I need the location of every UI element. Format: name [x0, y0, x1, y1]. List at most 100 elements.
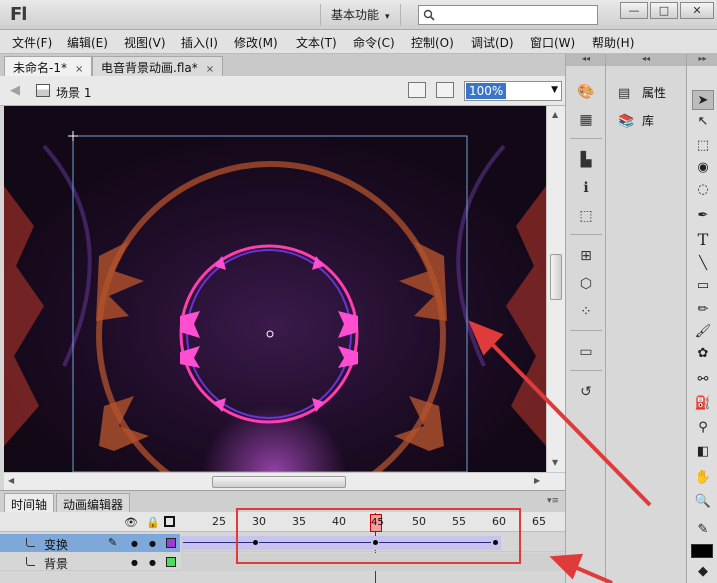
scroll-left-icon[interactable]: ◀	[8, 476, 14, 485]
transform-icon[interactable]: ⬚	[576, 206, 596, 226]
edit-bar: ◀ 场景 1 100% ▼	[0, 76, 565, 106]
title-bar: Fl 基本功能 ▾ — □ ✕	[0, 0, 717, 30]
zoom-value: 100%	[466, 83, 507, 99]
workspace-label: 基本功能	[331, 8, 380, 22]
scrollbar-thumb[interactable]	[550, 254, 562, 300]
hand-tool[interactable]: ✋	[692, 468, 714, 488]
lock-dot[interactable]: ●	[149, 558, 156, 567]
fill-color-tool[interactable]: ◆	[692, 562, 714, 582]
stage-horizontal-scrollbar[interactable]: ◀ ▶	[4, 472, 565, 490]
layer-color-swatch[interactable]	[166, 557, 176, 567]
color-icon[interactable]: 🎨	[576, 82, 596, 102]
tab-label: 未命名-1*	[13, 61, 67, 75]
restore-button[interactable]: □	[650, 2, 678, 19]
menu-edit[interactable]: 编辑(E)	[67, 34, 108, 51]
layer-name[interactable]: 变换	[44, 536, 68, 553]
layer-name-cell[interactable]: 背景 ● ●	[0, 553, 180, 571]
minimize-button[interactable]: —	[620, 2, 648, 19]
scene-icon	[36, 84, 50, 97]
tab-motion-editor[interactable]: 动画编辑器	[56, 493, 131, 513]
menu-modify[interactable]: 修改(M)	[234, 34, 278, 51]
layer-icon	[26, 557, 35, 566]
divider	[570, 370, 602, 371]
stage-vertical-scrollbar[interactable]: ▲ ▼	[546, 106, 565, 472]
components-icon[interactable]: ⊞	[576, 246, 596, 266]
menu-insert[interactable]: 插入(I)	[181, 34, 218, 51]
collapse-icon[interactable]: ◂◂	[566, 54, 606, 66]
lasso-tool[interactable]: ◌	[692, 180, 714, 200]
properties-library-dock: ◂◂ ▤ 属性 📚 库	[605, 54, 686, 583]
lock-dot[interactable]: ●	[149, 539, 156, 548]
menu-file[interactable]: 文件(F)	[12, 34, 52, 51]
menu-window[interactable]: 窗口(W)	[530, 34, 575, 51]
properties-panel-button[interactable]: ▤ 属性	[618, 84, 666, 102]
library-label: 库	[642, 114, 655, 128]
library-panel-button[interactable]: 📚 库	[618, 112, 654, 130]
brush-tool[interactable]: 🖌	[692, 322, 714, 342]
lock-icon[interactable]: 🔒	[146, 516, 160, 529]
free-transform-tool[interactable]: ⬚	[692, 136, 714, 156]
scroll-right-icon[interactable]: ▶	[534, 476, 540, 485]
scrollbar-thumb[interactable]	[212, 476, 346, 488]
menu-commands[interactable]: 命令(C)	[353, 34, 395, 51]
tab-timeline[interactable]: 时间轴	[4, 493, 55, 513]
ruler-tick: 25	[212, 515, 226, 528]
menu-text[interactable]: 文本(T)	[296, 34, 337, 51]
workspace-switcher[interactable]: 基本功能 ▾	[320, 4, 401, 26]
pen-tool[interactable]: ✒	[692, 206, 714, 226]
properties-label: 属性	[642, 86, 667, 100]
library-icon[interactable]: ⬡	[576, 274, 596, 294]
eye-icon[interactable]: 👁	[124, 516, 138, 529]
zoom-select[interactable]: 100% ▼	[464, 81, 562, 101]
outline-icon[interactable]	[164, 516, 175, 527]
close-button[interactable]: ✕	[680, 2, 714, 19]
layer-name-cell[interactable]: 变换 ✎ ● ●	[0, 534, 180, 552]
visibility-dot[interactable]: ●	[131, 539, 138, 548]
menu-view[interactable]: 视图(V)	[124, 34, 166, 51]
align-icon[interactable]: ▙	[576, 150, 596, 170]
menu-help[interactable]: 帮助(H)	[592, 34, 634, 51]
menu-control[interactable]: 控制(O)	[411, 34, 454, 51]
scroll-down-icon[interactable]: ▼	[552, 458, 558, 467]
flash-logo: Fl	[10, 4, 27, 25]
close-icon[interactable]: ×	[75, 64, 83, 75]
edit-symbols-icon[interactable]	[436, 82, 454, 98]
bone-tool[interactable]: ⚯	[692, 370, 714, 390]
layer-name[interactable]: 背景	[44, 555, 68, 572]
paint-bucket-tool[interactable]: ⛽	[692, 394, 714, 414]
history-icon[interactable]: ↺	[576, 382, 596, 402]
eyedropper-tool[interactable]: ⚲	[692, 418, 714, 438]
expand-icon[interactable]: ▸▸	[687, 54, 717, 66]
subselection-tool[interactable]: ↖	[692, 112, 714, 132]
tab-untitled-1[interactable]: 未命名-1* ×	[4, 56, 93, 76]
stroke-color-swatch[interactable]	[691, 544, 713, 558]
text-tool[interactable]: T	[692, 230, 714, 250]
pencil-tool[interactable]: ✏	[692, 300, 714, 320]
motion-presets-icon[interactable]: ⁘	[576, 302, 596, 322]
3d-rotation-tool[interactable]: ◉	[692, 158, 714, 178]
menu-debug[interactable]: 调试(D)	[471, 34, 514, 51]
panel-menu-icon[interactable]: ▾≡	[547, 496, 559, 506]
back-arrow-icon[interactable]: ◀	[10, 83, 20, 98]
panel-dock: ◂◂ 🎨 ▦ ▙ ℹ ⬚ ⊞ ⬡ ⁘ ▭ ↺	[565, 54, 606, 583]
deco-tool[interactable]: ✿	[692, 344, 714, 364]
zoom-tool[interactable]: 🔍	[692, 492, 714, 512]
close-icon[interactable]: ×	[206, 64, 214, 75]
eraser-tool[interactable]: ◧	[692, 442, 714, 462]
edit-scene-icon[interactable]	[408, 82, 426, 98]
stage-canvas[interactable]	[4, 106, 546, 472]
stroke-color-tool[interactable]: ✎	[692, 520, 714, 540]
tab-electro-bg-animation[interactable]: 电音背景动画.fla* ×	[92, 56, 224, 76]
rectangle-tool[interactable]: ▭	[692, 276, 714, 296]
line-tool[interactable]: ╲	[692, 254, 714, 274]
visibility-dot[interactable]: ●	[131, 558, 138, 567]
help-search-input[interactable]	[418, 5, 598, 25]
screen-icon[interactable]: ▭	[576, 342, 596, 362]
properties-icon: ▤	[618, 85, 631, 101]
scroll-up-icon[interactable]: ▲	[552, 110, 558, 119]
layer-color-swatch[interactable]	[166, 538, 176, 548]
swatches-icon[interactable]: ▦	[576, 110, 596, 130]
info-icon[interactable]: ℹ	[576, 178, 596, 198]
collapse-icon[interactable]: ◂◂	[606, 54, 686, 66]
selection-tool[interactable]: ➤	[692, 90, 714, 110]
